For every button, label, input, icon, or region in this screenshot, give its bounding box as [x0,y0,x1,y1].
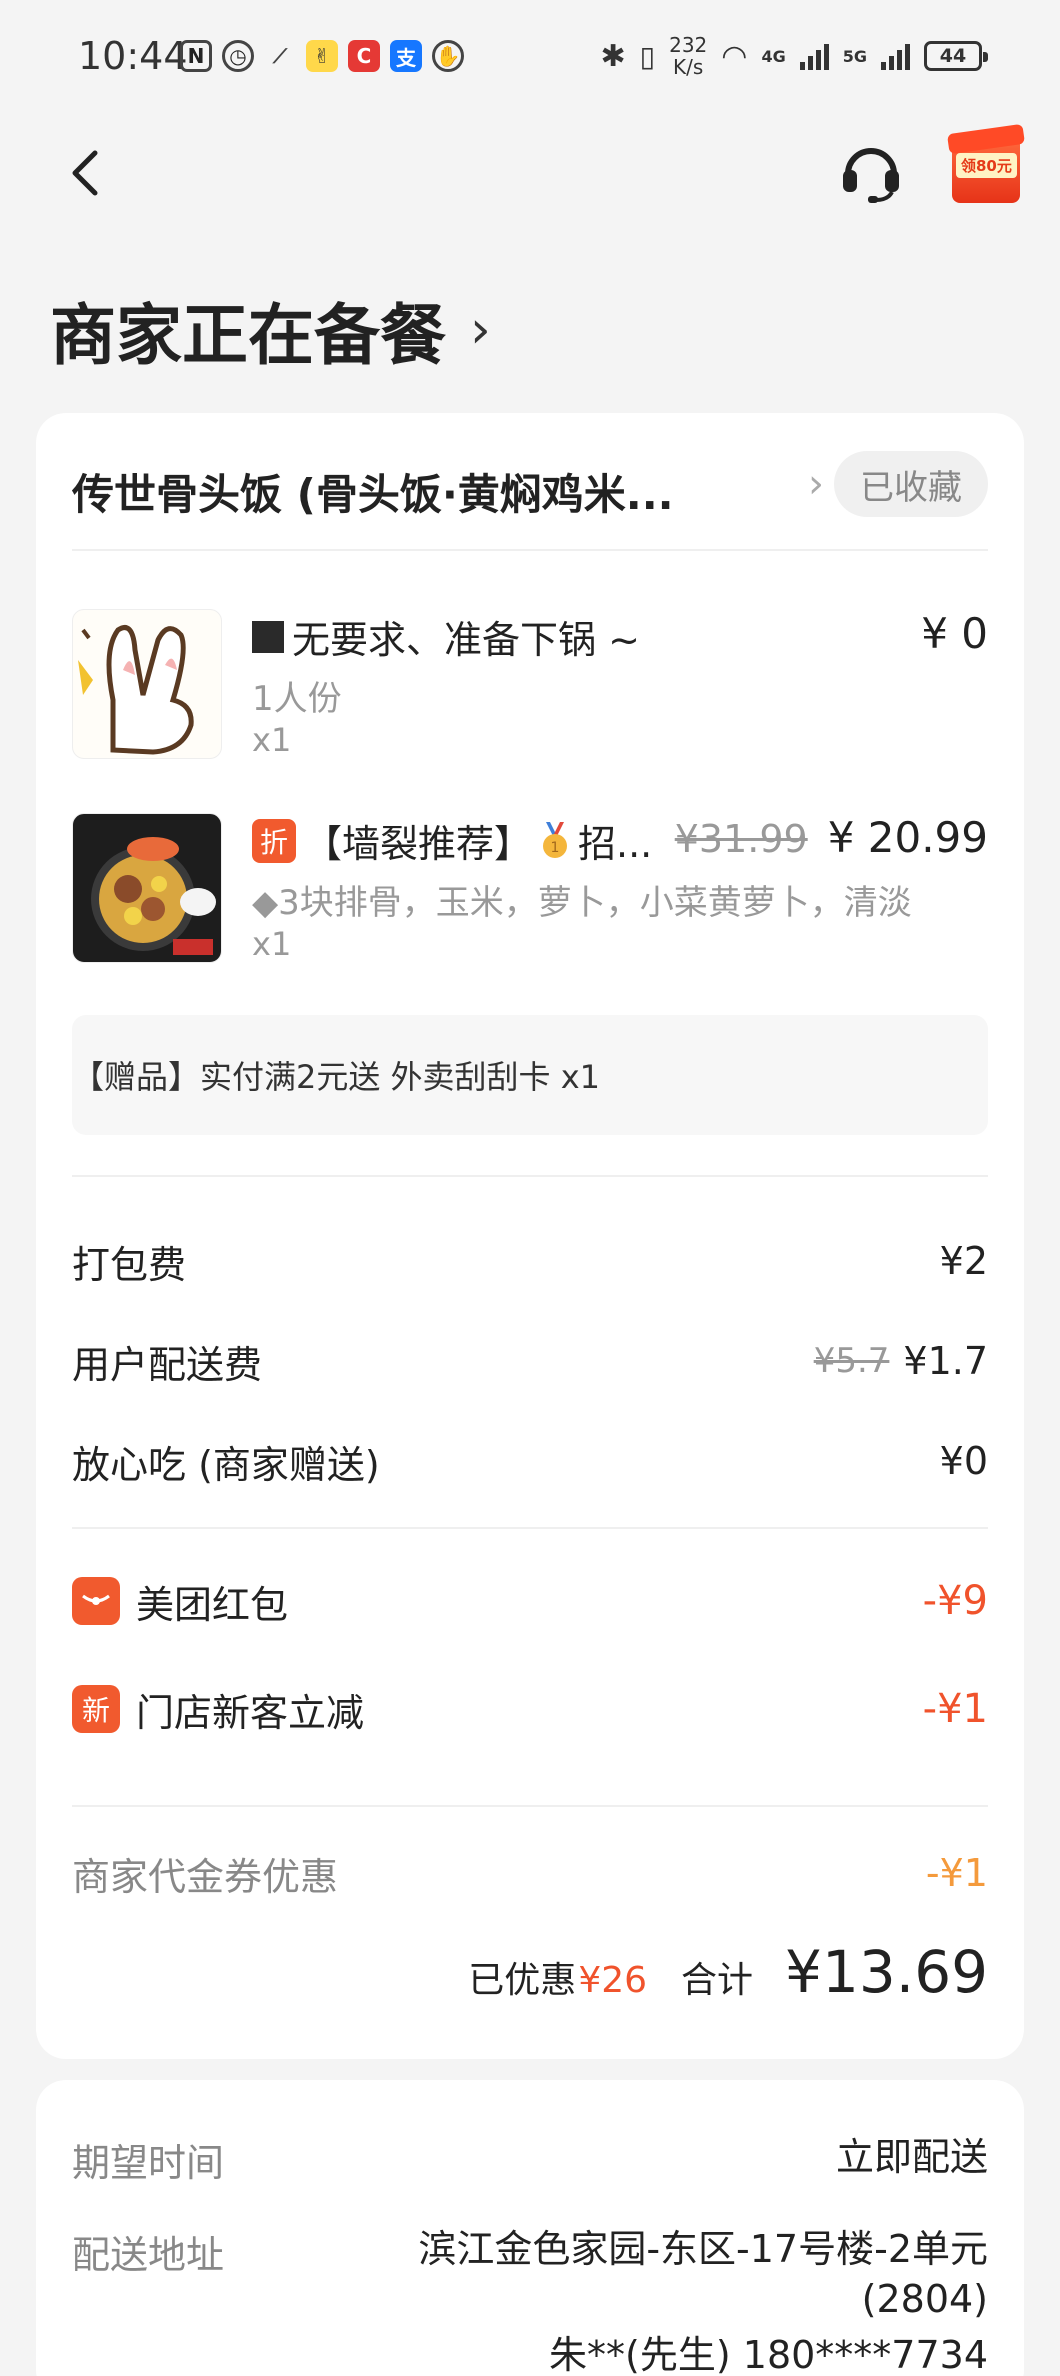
new-customer-label: 门店新客立减 [136,1682,364,1737]
divider [72,549,988,551]
assurance-row: 放心吃 (商家赠送) ¥0 [72,1431,988,1491]
delivery-fee-original: ¥5.7 [814,1341,890,1381]
chevron-right-icon: › [808,461,824,507]
chevron-right-icon: › [470,300,491,360]
item-title: 无要求、准备下锅 ~ [252,609,640,664]
order-item[interactable]: 无要求、准备下锅 ~ ¥ 0 1人份 x1 [72,609,988,769]
square-icon [252,621,284,653]
address-value: 滨江金色家园-东区-17号楼-2单元 (2804) 朱**(先生) 180***… [418,2224,988,2376]
saved-label: 已优惠 [468,1951,576,2003]
item-spec: ◆3块排骨，玉米，萝卜，小菜黄萝卜，清淡 [252,875,988,924]
address-label: 配送地址 [72,2224,224,2279]
assurance-value: ¥0 [940,1439,988,1483]
voucher-label: 商家代金券优惠 [72,1846,338,1901]
item-quantity: x1 [252,721,291,759]
contact-info: 朱**(先生) 180****7734 [418,2330,988,2376]
item-price: ¥ 0 [921,609,988,658]
vibrate-icon: ▯ [640,40,655,73]
item-quantity: x1 [252,925,291,963]
food-dish-image [73,814,222,963]
discount-badge: 折 [252,819,296,863]
delivery-fee-value: ¥1.7 [903,1339,988,1383]
headset-icon [838,138,904,204]
item-title: 折 【墙裂推荐】 1 招... [252,813,652,868]
network-type-2: 5G [843,47,867,66]
original-price: ¥31.99 [675,817,808,861]
svg-text:1: 1 [551,840,560,856]
shop-name: 传世骨头饭 (骨头饭·黄焖鸡米... [72,461,752,522]
packing-fee-row: 打包费 ¥2 [72,1231,988,1291]
total-label: 合计 [681,1951,753,2003]
status-bar: 10:44 N ◷ ⟋ ✌ C 支 ✋ ✱ ▯ 232 K/s ◠ 4G 5G … [0,0,1060,118]
divider [72,1175,988,1177]
expected-time-row: 期望时间 立即配送 [72,2132,988,2192]
back-button[interactable] [50,138,120,208]
red-packet-icon [72,1577,120,1625]
red-packet-label: 美团红包 [136,1574,288,1629]
packing-fee-label: 打包费 [72,1234,186,1289]
customer-service-button[interactable] [835,130,907,212]
voucher-row: 商家代金券优惠 -¥1 [72,1843,988,1903]
red-app-icon: C [348,40,380,72]
item-spec: 1人份 [252,671,988,720]
gift-info: 【赠品】实付满2元送 外卖刮刮卡 x1 [72,1015,988,1135]
address-line: 滨江金色家园-东区-17号楼-2单元 [418,2224,988,2274]
item-image [72,813,222,963]
new-customer-row: 新 门店新客立减 -¥1 [72,1679,988,1739]
address-room: (2804) [418,2274,988,2324]
alarm-icon: ◷ [222,40,254,72]
gold-medal-icon: 1 [540,822,570,860]
assurance-label: 放心吃 (商家赠送) [72,1434,380,1489]
notification-icons: N ◷ ⟋ ✌ C 支 ✋ [180,40,464,72]
wifi-icon: ◠ [721,39,747,74]
order-total: 已优惠 ¥26 合计 ¥13.69 [468,1938,988,2006]
system-icons: ✱ ▯ 232 K/s ◠ 4G 5G 44 [601,34,982,78]
bluetooth-icon: ✱ [601,39,626,74]
new-customer-icon: 新 [72,1685,120,1733]
favorite-button[interactable]: 已收藏 [834,451,988,517]
voucher-value: -¥1 [926,1851,988,1895]
link-icon: ⟋ [264,40,296,72]
expected-time-value: 立即配送 [836,2132,988,2182]
red-packet-row: 美团红包 -¥9 [72,1571,988,1631]
coupon-label: 领80元 [956,153,1017,178]
page-title: 商家正在备餐 [50,282,446,378]
signal-icon-2 [881,42,910,70]
delivery-fee-label: 用户配送费 [72,1334,262,1389]
item-price: ¥31.99 ¥ 20.99 [675,813,988,862]
shop-row[interactable]: 传世骨头饭 (骨头饭·黄焖鸡米... › 已收藏 [72,443,988,533]
expected-time-label: 期望时间 [72,2132,224,2187]
total-amount: ¥13.69 [785,1938,988,2006]
signal-icon-1 [800,42,829,70]
delivery-fee-row: 用户配送费 ¥5.7 ¥1.7 [72,1331,988,1391]
current-price: ¥ 20.99 [828,813,988,862]
chevron-left-icon [65,148,105,198]
saved-amount: ¥26 [578,1960,647,2001]
network-type-1: 4G [761,47,785,66]
packing-fee-value: ¥2 [940,1239,988,1283]
network-speed: 232 K/s [669,34,707,78]
victory-hand-image [73,610,222,759]
status-time: 10:44 [78,34,188,78]
nfc-icon: N [180,40,212,72]
order-item[interactable]: 折 【墙裂推荐】 1 招... ¥31.99 ¥ 20.99 ◆3块排骨，玉米，… [72,813,988,973]
battery-icon: 44 [924,41,982,71]
delivery-card: 期望时间 立即配送 配送地址 滨江金色家园-东区-17号楼-2单元 (2804)… [36,2080,1024,2376]
order-card: 传世骨头饭 (骨头饭·黄焖鸡米... › 已收藏 无要求、准备下锅 ~ ¥ 0 … [36,413,1024,2059]
divider [72,1805,988,1807]
order-status-title[interactable]: 商家正在备餐 › [50,282,491,378]
red-packet-value: -¥9 [923,1578,988,1624]
item-image [72,609,222,759]
hand-icon: ✋ [432,40,464,72]
alipay-icon: 支 [390,40,422,72]
nav-bar: 领80元 [0,118,1060,228]
address-row: 配送地址 滨江金色家园-东区-17号楼-2单元 (2804) 朱**(先生) 1… [72,2224,988,2376]
divider [72,1527,988,1529]
rabbit-app-icon: ✌ [306,40,338,72]
coupon-gift-button[interactable]: 领80元 [948,123,1024,211]
new-customer-value: -¥1 [923,1686,988,1732]
